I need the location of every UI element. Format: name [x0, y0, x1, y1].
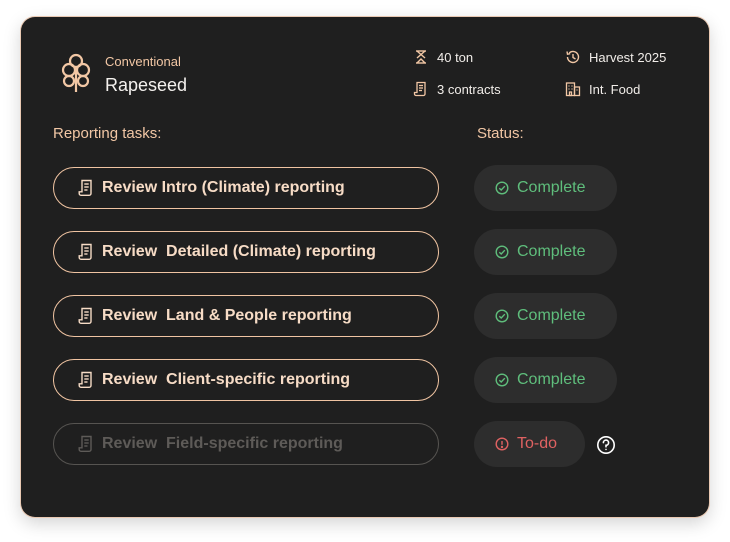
status-badge-todo: To-do: [474, 421, 585, 467]
task-label: Review Client-specific reporting: [102, 371, 351, 388]
task-label: Review Detailed (Climate) reporting: [102, 243, 376, 260]
hourglass-icon: [416, 50, 426, 64]
status-badge-complete: Complete: [474, 229, 617, 275]
check-circle-icon: [495, 309, 509, 323]
contract-icon: [413, 81, 426, 97]
task-label: Review Field-specific reporting: [102, 435, 343, 452]
buyer-text: Int. Food: [589, 81, 641, 97]
help-icon[interactable]: [596, 435, 616, 455]
task-field-specific-button: Review Field-specific reporting: [53, 423, 439, 465]
reporting-card: Conventional Rapeseed 40 ton Harvest 202…: [21, 17, 709, 517]
crop-name: Rapeseed: [105, 75, 188, 95]
status-text: To-do: [517, 435, 558, 452]
document-icon: [78, 435, 92, 452]
status-heading: Status:: [477, 125, 524, 142]
task-label: Review Land & People reporting: [102, 307, 352, 324]
crop-type: Conventional: [105, 54, 181, 69]
document-icon: [78, 307, 92, 324]
check-circle-icon: [495, 373, 509, 387]
contracts-meta: 3 contracts: [413, 81, 501, 97]
document-icon: [78, 179, 92, 196]
task-detailed-climate-button[interactable]: Review Detailed (Climate) reporting: [53, 231, 439, 273]
contracts-text: 3 contracts: [437, 81, 501, 97]
status-text: Complete: [517, 179, 586, 196]
quantity-text: 40 ton: [437, 49, 474, 65]
status-badge-complete: Complete: [474, 293, 617, 339]
building-icon: [565, 82, 581, 97]
task-label: Review Intro (Climate) reporting: [102, 179, 345, 196]
task-intro-climate-button[interactable]: Review Intro (Climate) reporting: [53, 167, 439, 209]
history-icon: [566, 50, 580, 64]
document-icon: [78, 371, 92, 388]
buyer-meta: Int. Food: [565, 81, 640, 97]
alert-circle-icon: [495, 437, 509, 451]
tasks-heading: Reporting tasks:: [53, 125, 162, 142]
check-circle-icon: [495, 181, 509, 195]
task-client-specific-button[interactable]: Review Client-specific reporting: [53, 359, 439, 401]
status-text: Complete: [517, 243, 586, 260]
quantity-meta: 40 ton: [413, 49, 473, 65]
task-land-people-button[interactable]: Review Land & People reporting: [53, 295, 439, 337]
harvest-text: Harvest 2025: [589, 49, 667, 65]
crop-flower-icon: [61, 53, 91, 92]
document-icon: [78, 243, 92, 260]
status-badge-complete: Complete: [474, 165, 617, 211]
status-badge-complete: Complete: [474, 357, 617, 403]
check-circle-icon: [495, 245, 509, 259]
harvest-meta: Harvest 2025: [565, 49, 666, 65]
status-text: Complete: [517, 307, 586, 324]
status-text: Complete: [517, 371, 586, 388]
